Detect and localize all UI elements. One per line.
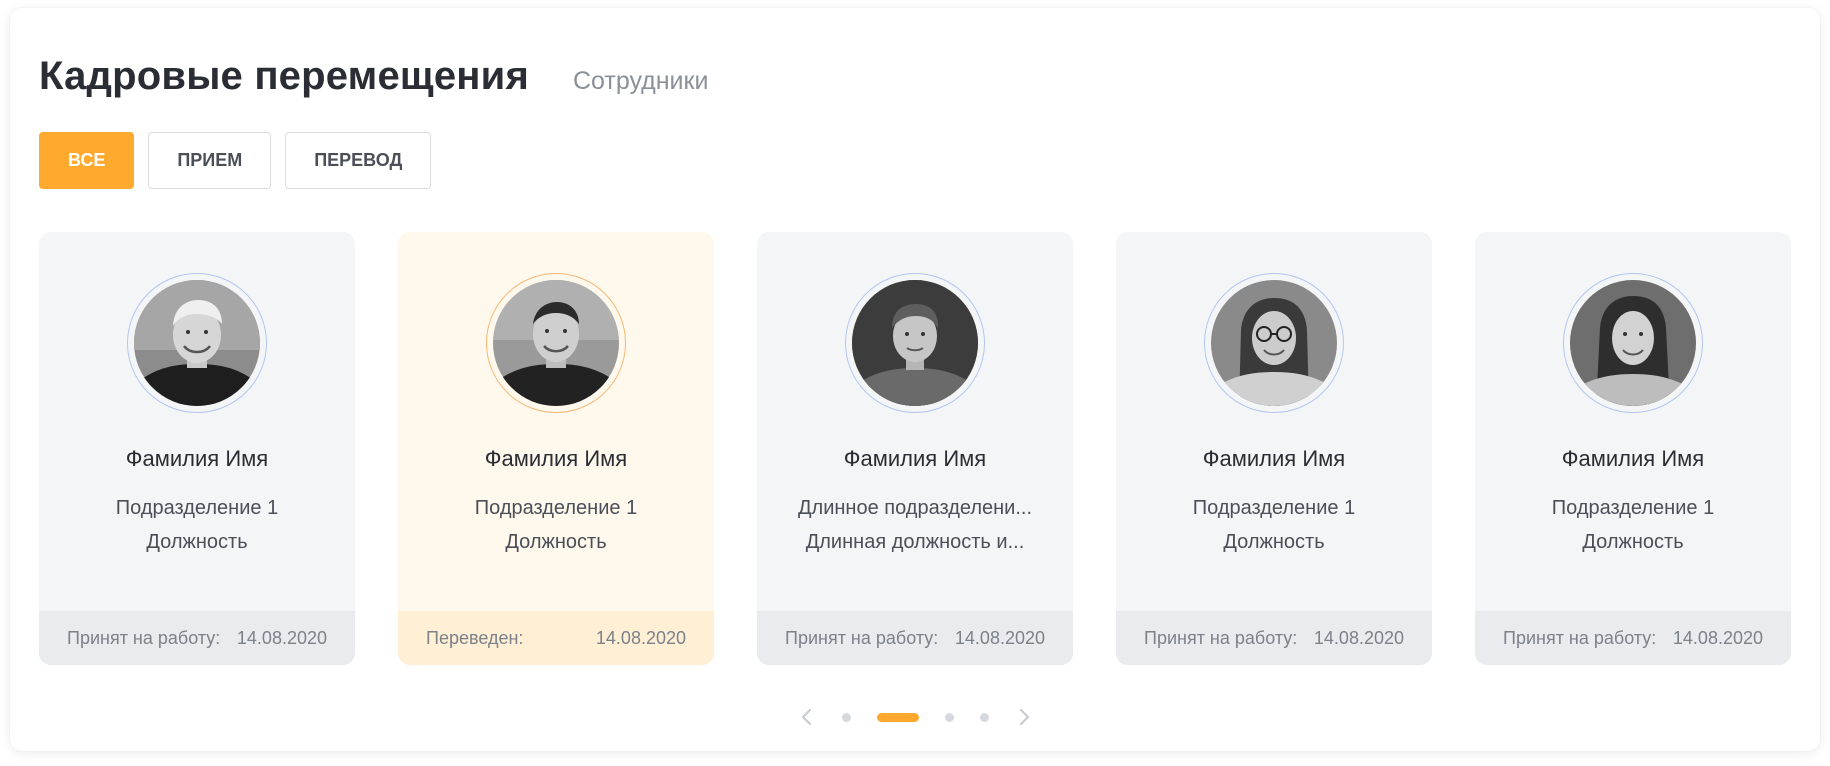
employee-department: Подразделение 1 (474, 497, 638, 519)
filter-all-button[interactable]: ВСЕ (39, 132, 135, 189)
avatar (1211, 280, 1337, 406)
avatar-ring (845, 273, 985, 413)
avatar-photo-woman-glasses (1211, 280, 1337, 406)
employee-card[interactable]: Фамилия Имя Длинное подразделени... Длин… (757, 232, 1073, 665)
employee-card-selected[interactable]: Фамилия Имя Подразделение 1 Должность Пе… (398, 232, 714, 665)
pager-dot-4[interactable] (979, 712, 989, 722)
status-date: 14.08.2020 (1313, 627, 1404, 648)
header: Кадровые перемещения Сотрудники (39, 54, 708, 99)
card-footer: Принят на работу: 14.08.2020 (757, 611, 1073, 665)
staff-movements-widget: Кадровые перемещения Сотрудники ВСЕ ПРИЕ… (10, 8, 1820, 751)
card-footer: Переведен: 14.08.2020 (398, 611, 714, 665)
pager-dot-2-active[interactable] (876, 712, 919, 722)
avatar-photo-boy (852, 280, 978, 406)
employee-position: Должность (1582, 531, 1684, 553)
pager-dot-1[interactable] (841, 712, 851, 722)
card-footer: Принят на работу: 14.08.2020 (39, 611, 355, 665)
employee-card[interactable]: Фамилия Имя Подразделение 1 Должность Пр… (39, 232, 355, 665)
page-title: Кадровые перемещения (39, 54, 529, 98)
page-subtitle-link[interactable]: Сотрудники (573, 67, 708, 96)
avatar-ring (1563, 273, 1703, 413)
filter-tabs: ВСЕ ПРИЕМ ПЕРЕВОД (39, 132, 432, 189)
avatar (852, 280, 978, 406)
status-label: Принят на работу: (1144, 627, 1298, 648)
employee-card[interactable]: Фамилия Имя Подразделение 1 Должность Пр… (1475, 232, 1791, 665)
chevron-left-icon (801, 708, 811, 726)
status-date: 14.08.2020 (954, 627, 1045, 648)
avatar (493, 280, 619, 406)
filter-transfer-button[interactable]: ПЕРЕВОД (285, 132, 432, 189)
status-date: 14.08.2020 (1672, 627, 1763, 648)
status-label: Принят на работу: (1503, 627, 1657, 648)
status-date: 14.08.2020 (595, 627, 686, 648)
carousel-pager (0, 697, 1830, 737)
employee-name: Фамилия Имя (484, 446, 628, 471)
avatar (1570, 280, 1696, 406)
avatar (134, 280, 260, 406)
chevron-right-icon (1019, 708, 1029, 726)
prev-button[interactable] (795, 705, 819, 729)
employee-position: Должность (146, 531, 248, 553)
employee-name: Фамилия Имя (1202, 446, 1346, 471)
employee-name: Фамилия Имя (125, 446, 269, 471)
employee-position: Должность (1223, 531, 1325, 553)
status-label: Принят на работу: (785, 627, 939, 648)
card-footer: Принят на работу: 14.08.2020 (1475, 611, 1791, 665)
pager-dot-3[interactable] (944, 712, 954, 722)
status-label: Переведен: (426, 627, 524, 648)
employee-position: Должность (505, 531, 607, 553)
employee-name: Фамилия Имя (1561, 446, 1705, 471)
avatar-photo-man-dark (493, 280, 619, 406)
next-button[interactable] (1012, 705, 1036, 729)
employee-cards: Фамилия Имя Подразделение 1 Должность Пр… (39, 232, 1791, 665)
avatar-photo-woman (1570, 280, 1696, 406)
pager-dots (829, 712, 1002, 722)
employee-name: Фамилия Имя (843, 446, 987, 471)
employee-department: Подразделение 1 (115, 497, 279, 519)
employee-department: Длинное подразделени... (797, 497, 1033, 519)
employee-department: Подразделение 1 (1551, 497, 1715, 519)
employee-card[interactable]: Фамилия Имя Подразделение 1 Должность Пр… (1116, 232, 1432, 665)
status-label: Принят на работу: (67, 627, 221, 648)
employee-position: Длинная должность и... (805, 531, 1025, 553)
employee-department: Подразделение 1 (1192, 497, 1356, 519)
status-date: 14.08.2020 (236, 627, 327, 648)
avatar-ring (486, 273, 626, 413)
avatar-ring (1204, 273, 1344, 413)
card-footer: Принят на работу: 14.08.2020 (1116, 611, 1432, 665)
avatar-photo-man-blond (134, 280, 260, 406)
filter-hire-button[interactable]: ПРИЕМ (148, 132, 272, 189)
avatar-ring (127, 273, 267, 413)
